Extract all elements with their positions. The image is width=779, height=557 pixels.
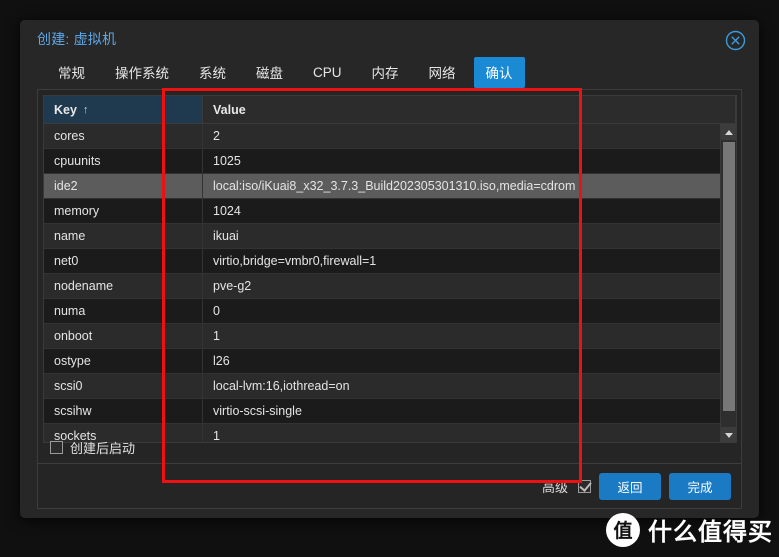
scrollbar-thumb[interactable] [723,142,735,411]
cell-value: 1025 [213,154,241,168]
dialog-title: 创建: 虚拟机 [37,31,117,47]
cell-value: virtio-scsi-single [213,404,302,418]
cell-value: 1 [213,329,220,343]
cell-key: scsihw [44,399,203,423]
summary-grid: Key ↑ Value cores 2 cpuunits 1025 ide2 local:… [43,95,737,443]
cell-key: memory [44,199,203,223]
dialog-titlebar: 创建: 虚拟机 [20,20,759,56]
table-row[interactable]: scsihw virtio-scsi-single [44,399,720,424]
triangle-down-icon [725,432,733,438]
confirm-panel: Key ↑ Value cores 2 cpuunits 1025 ide2 local:… [37,89,742,466]
column-header-key-label: Key [54,102,77,117]
table-row[interactable]: scsi0 local-lvm:16,iothread=on [44,374,720,399]
tab-confirm[interactable]: 确认 [473,57,525,88]
column-header-key[interactable]: Key ↑ [44,96,203,123]
dialog-footer: 高级 返回 完成 [37,463,742,509]
sort-ascending-icon: ↑ [82,103,89,116]
start-after-create-row: 创建后启动 [50,438,135,457]
cell-value: ikuai [213,229,239,243]
table-row[interactable]: cpuunits 1025 [44,149,720,174]
cell-key: nodename [44,274,203,298]
cell-value: 1024 [213,204,241,218]
cell-value: virtio,bridge=vmbr0,firewall=1 [213,254,377,268]
advanced-label: 高级 [541,479,568,495]
watermark: 值 什么值得买 [606,512,773,547]
triangle-up-icon [725,129,733,135]
cell-key: ide2 [44,174,203,198]
cell-value: l26 [213,354,230,368]
advanced-checkbox[interactable] [578,479,591,493]
table-row[interactable]: sockets 1 [44,424,720,443]
tab-disks[interactable]: 磁盘 [244,57,295,88]
cell-key: ostype [44,349,203,373]
tab-network[interactable]: 网络 [417,57,468,88]
table-row[interactable]: numa 0 [44,299,720,324]
grid-rows: cores 2 cpuunits 1025 ide2 local:iso/iKuai8_x… [44,124,720,443]
table-row[interactable]: memory 1024 [44,199,720,224]
cell-value: pve-g2 [213,279,252,293]
table-row[interactable]: ide2 local:iso/iKuai8_x32_3.7.3_Build2023… [44,174,720,199]
table-row[interactable]: nodename pve-g2 [44,274,720,299]
tab-system[interactable]: 系统 [187,57,238,88]
start-after-create-checkbox[interactable] [50,441,63,454]
cell-value: 1 [213,429,220,443]
cell-value: local:iso/iKuai8_x32_3.7.3_Build20230530… [213,179,576,193]
tab-cpu[interactable]: CPU [301,60,354,86]
cell-key: numa [44,299,203,323]
grid-header-row: Key ↑ Value [44,96,736,124]
scroll-down-button[interactable] [721,427,736,442]
column-header-value[interactable]: Value [203,96,736,123]
grid-body: cores 2 cpuunits 1025 ide2 local:iso/iKuai8_x… [44,124,736,443]
start-after-create-label: 创建后启动 [70,441,136,456]
cell-key: cores [44,124,203,148]
table-row[interactable]: onboot 1 [44,324,720,349]
cell-key: scsi0 [44,374,203,398]
cell-value: 2 [213,129,220,143]
cell-key: name [44,224,203,248]
cell-value: local-lvm:16,iothread=on [213,379,350,393]
tab-memory[interactable]: 内存 [360,57,411,88]
tab-general[interactable]: 常规 [46,57,97,88]
column-header-value-label: Value [213,102,246,117]
cell-key: cpuunits [44,149,203,173]
table-row[interactable]: name ikuai [44,224,720,249]
cell-value: 0 [213,304,220,318]
finish-button[interactable]: 完成 [669,472,731,500]
scroll-up-button[interactable] [721,124,736,140]
wizard-tabbar: 常规 操作系统 系统 磁盘 CPU 内存 网络 确认 [20,56,759,89]
table-row[interactable]: cores 2 [44,124,720,149]
screen: 创建: 虚拟机 常规 操作系统 系统 磁盘 CPU 内存 网络 确认 Key ↑… [0,0,779,557]
table-row[interactable]: ostype l26 [44,349,720,374]
cell-key: net0 [44,249,203,273]
back-button[interactable]: 返回 [599,472,661,500]
watermark-logo: 值 [606,512,640,547]
tab-os[interactable]: 操作系统 [103,57,181,88]
cell-key: onboot [44,324,203,348]
create-vm-dialog: 创建: 虚拟机 常规 操作系统 系统 磁盘 CPU 内存 网络 确认 Key ↑… [20,20,759,518]
watermark-text: 什么值得买 [648,519,773,546]
vertical-scrollbar[interactable] [720,124,736,442]
close-icon[interactable] [725,30,746,51]
table-row[interactable]: net0 virtio,bridge=vmbr0,firewall=1 [44,249,720,274]
